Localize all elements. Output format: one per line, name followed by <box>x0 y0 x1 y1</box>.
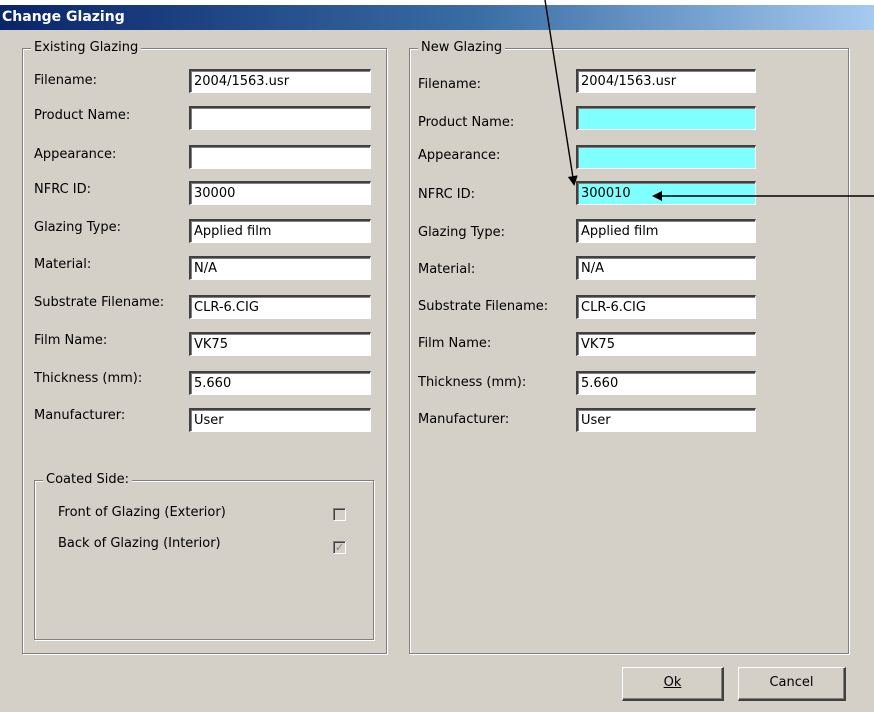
new-appearance-label: Appearance: <box>418 148 501 163</box>
new-filename-label: Filename: <box>418 77 482 92</box>
existing-glazing-legend: Existing Glazing <box>31 40 142 56</box>
cancel-button[interactable]: Cancel <box>738 667 846 701</box>
new-film-name-label: Film Name: <box>418 336 492 351</box>
existing-glazing-type-label: Glazing Type: <box>34 220 121 235</box>
new-material-label: Material: <box>418 262 476 277</box>
existing-filename-field[interactable]: 2004/1563.usr <box>189 69 371 93</box>
existing-glazing-type-field[interactable]: Applied film <box>189 219 371 243</box>
existing-film-name-label: Film Name: <box>34 333 108 348</box>
new-manufacturer-field[interactable]: User <box>576 408 756 432</box>
ok-button[interactable]: Ok <box>622 667 724 701</box>
new-nfrc-id-label: NFRC ID: <box>418 187 476 202</box>
existing-material-field[interactable]: N/A <box>189 256 371 280</box>
new-material-field[interactable]: N/A <box>576 256 756 280</box>
checkmark-icon: ✓ <box>334 541 345 554</box>
existing-appearance-label: Appearance: <box>34 147 117 162</box>
existing-appearance-field[interactable] <box>189 145 371 169</box>
existing-nfrc-id-field[interactable]: 30000 <box>189 181 371 205</box>
new-glazing-type-field[interactable]: Applied film <box>576 219 756 243</box>
coated-side-legend: Coated Side: <box>43 472 132 488</box>
dialog-title: Change Glazing <box>0 5 874 30</box>
change-glazing-dialog: Change Glazing Existing Glazing Filename… <box>0 5 874 712</box>
existing-material-label: Material: <box>34 257 92 272</box>
new-glazing-legend: New Glazing <box>418 40 506 56</box>
existing-thickness-field[interactable]: 5.660 <box>189 371 371 395</box>
ok-button-label: Ok <box>663 675 682 690</box>
existing-substrate-filename-label: Substrate Filename: <box>34 295 165 310</box>
existing-film-name-field[interactable]: VK75 <box>189 332 371 356</box>
existing-product-name-field[interactable] <box>189 106 371 130</box>
new-thickness-label: Thickness (mm): <box>418 375 527 390</box>
new-product-name-label: Product Name: <box>418 115 515 130</box>
existing-manufacturer-field[interactable]: User <box>189 408 371 432</box>
new-product-name-field[interactable] <box>576 106 756 130</box>
new-nfrc-id-field[interactable]: 300010 <box>576 181 756 205</box>
front-of-glazing-checkbox[interactable] <box>333 508 346 521</box>
new-glazing-type-label: Glazing Type: <box>418 225 505 240</box>
new-substrate-filename-field[interactable]: CLR-6.CIG <box>576 295 756 319</box>
new-film-name-field[interactable]: VK75 <box>576 332 756 356</box>
existing-thickness-label: Thickness (mm): <box>34 371 143 386</box>
coated-side-group: Coated Side: <box>34 472 374 640</box>
new-appearance-field[interactable] <box>576 145 756 169</box>
new-substrate-filename-label: Substrate Filename: <box>418 299 549 314</box>
back-of-glazing-checkbox[interactable]: ✓ <box>333 541 346 554</box>
new-filename-field[interactable]: 2004/1563.usr <box>576 69 756 93</box>
front-of-glazing-label: Front of Glazing (Exterior) <box>58 505 226 520</box>
existing-product-name-label: Product Name: <box>34 108 131 123</box>
existing-substrate-filename-field[interactable]: CLR-6.CIG <box>189 295 371 319</box>
back-of-glazing-label: Back of Glazing (Interior) <box>58 536 221 551</box>
new-manufacturer-label: Manufacturer: <box>418 412 510 427</box>
cancel-button-label: Cancel <box>769 675 814 690</box>
existing-nfrc-id-label: NFRC ID: <box>34 182 92 197</box>
existing-manufacturer-label: Manufacturer: <box>34 408 126 423</box>
new-thickness-field[interactable]: 5.660 <box>576 371 756 395</box>
existing-filename-label: Filename: <box>34 73 98 88</box>
